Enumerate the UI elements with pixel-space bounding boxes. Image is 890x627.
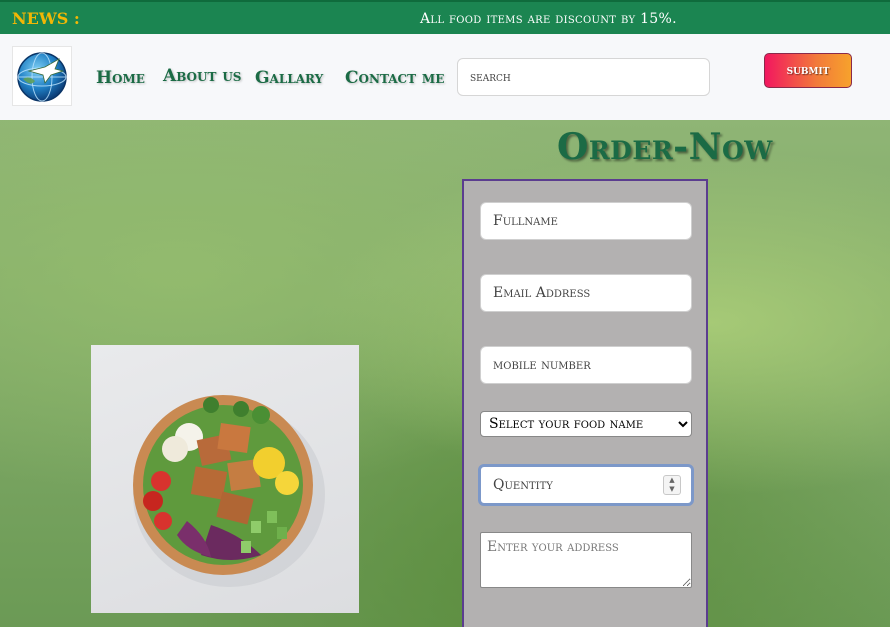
news-ticker-text: All food items are discount by 15%.: [420, 11, 677, 27]
order-title: Order-Now: [557, 126, 773, 168]
fullname-field[interactable]: [480, 202, 692, 240]
quantity-field[interactable]: Quentity ▲ ▼: [478, 464, 694, 506]
email-field[interactable]: [480, 274, 692, 312]
mobile-field[interactable]: [480, 346, 692, 384]
site-logo[interactable]: [12, 46, 72, 106]
nav-gallery[interactable]: Gallary: [255, 68, 323, 88]
search-input[interactable]: [457, 58, 710, 96]
food-select[interactable]: Select your food name: [480, 411, 692, 437]
globe-logo-icon: [17, 52, 67, 102]
nav-about[interactable]: About us: [163, 66, 241, 86]
nav-home[interactable]: Home: [96, 68, 145, 88]
stepper-up-icon[interactable]: ▲: [664, 476, 680, 485]
salad-bowl-image: [91, 345, 359, 613]
hero-section: Order-Now Fullname Email Address mobile …: [0, 120, 890, 627]
news-label: NEWS :: [12, 8, 80, 28]
submit-button[interactable]: submit: [764, 53, 852, 88]
stepper-down-icon[interactable]: ▼: [664, 485, 680, 494]
quantity-placeholder: Quentity: [493, 477, 553, 493]
order-form: Select your food name Quentity ▲ ▼: [462, 179, 708, 627]
navbar: Home About us Gallary Contact me submit: [0, 34, 890, 120]
nav-contact[interactable]: Contact me: [345, 68, 444, 88]
news-bar: NEWS : All food items are discount by 15…: [0, 0, 890, 34]
address-field[interactable]: [480, 532, 692, 588]
quantity-stepper[interactable]: ▲ ▼: [663, 475, 681, 495]
